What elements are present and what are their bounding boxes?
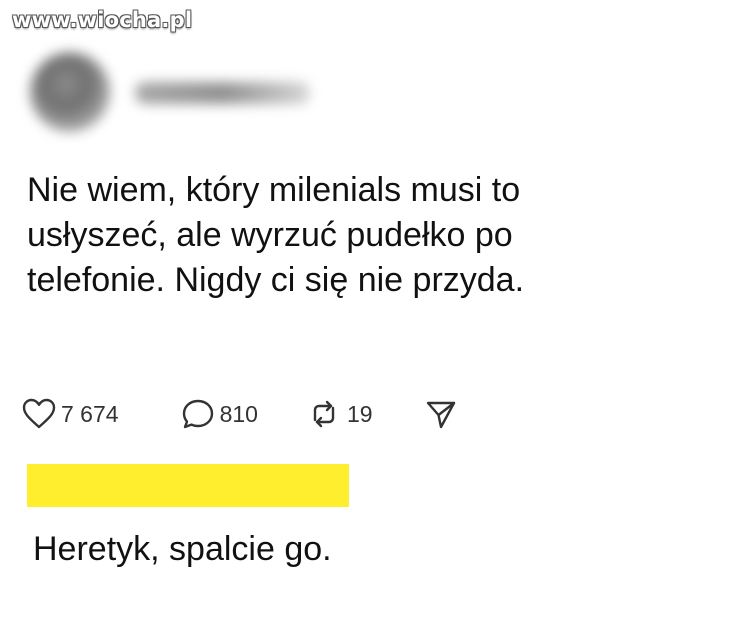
post-text: Nie wiem, który milenials musi to usłysz… <box>27 171 525 299</box>
redacted-username-highlight <box>27 464 349 507</box>
avatar[interactable] <box>30 52 110 132</box>
heart-icon <box>22 398 56 430</box>
post-author <box>30 52 430 142</box>
blurred-username[interactable] <box>135 82 310 104</box>
like-count: 7 674 <box>61 400 119 427</box>
watermark: www.wiocha.pl <box>12 8 193 32</box>
send-paper-plane-icon <box>425 398 457 430</box>
reply-text: Heretyk, spalcie go. <box>33 530 332 568</box>
like-button[interactable]: 7 674 <box>22 398 119 430</box>
repost-count: 19 <box>346 400 373 427</box>
reply-button[interactable]: 810 <box>181 398 258 430</box>
share-button[interactable] <box>425 398 457 430</box>
post-actions: 7 674 810 19 <box>22 394 457 434</box>
reply-count: 810 <box>219 400 258 427</box>
repost-arrows-icon <box>306 398 342 430</box>
repost-button[interactable]: 19 <box>306 398 373 430</box>
comment-bubble-icon <box>181 398 215 430</box>
